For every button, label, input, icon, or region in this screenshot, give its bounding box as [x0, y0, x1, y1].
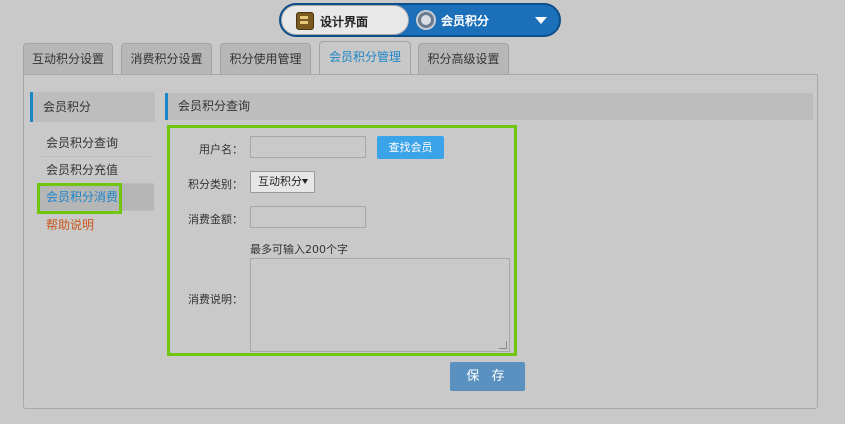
- dropdown-arrow-icon: [302, 179, 308, 184]
- save-button[interactable]: 保 存: [450, 362, 525, 391]
- gear-icon: [418, 12, 434, 28]
- tab-member-points[interactable]: 会员积分管理: [319, 41, 411, 76]
- username-label: 用户名：: [199, 143, 243, 156]
- char-limit-hint: 最多可输入200个字: [250, 243, 348, 256]
- sidebar-item-query[interactable]: 会员积分查询: [38, 130, 154, 157]
- description-label: 消费说明：: [188, 293, 243, 306]
- points-type-value: 互动积分: [258, 175, 302, 188]
- selection-highlight: [37, 183, 122, 214]
- tab-consumption-points[interactable]: 消费积分设置: [121, 43, 212, 75]
- design-view-label: 设计界面: [320, 15, 369, 29]
- tab-points-usage[interactable]: 积分使用管理: [220, 43, 311, 75]
- design-view-button[interactable]: 设计界面: [281, 5, 409, 35]
- member-points-label: 会员积分: [441, 14, 490, 28]
- points-type-select[interactable]: 互动积分: [250, 171, 315, 193]
- description-textarea[interactable]: [250, 258, 510, 352]
- amount-input[interactable]: [250, 206, 366, 228]
- amount-label: 消费金额：: [188, 213, 243, 226]
- sidebar-title: 会员积分: [30, 92, 155, 122]
- tab-advanced-points[interactable]: 积分高级设置: [418, 43, 509, 75]
- sidebar-item-recharge[interactable]: 会员积分充值: [38, 157, 154, 184]
- sidebar-item-help[interactable]: 帮助说明: [38, 212, 154, 239]
- design-icon: [296, 12, 314, 30]
- find-member-button[interactable]: 查找会员: [377, 136, 444, 159]
- resize-handle-icon[interactable]: [499, 341, 507, 349]
- points-type-label: 积分类别：: [188, 178, 243, 191]
- page-title: 会员积分查询: [165, 93, 813, 120]
- username-input[interactable]: [250, 136, 366, 158]
- chevron-down-icon[interactable]: [535, 17, 547, 24]
- tab-interaction-points[interactable]: 互动积分设置: [23, 43, 113, 75]
